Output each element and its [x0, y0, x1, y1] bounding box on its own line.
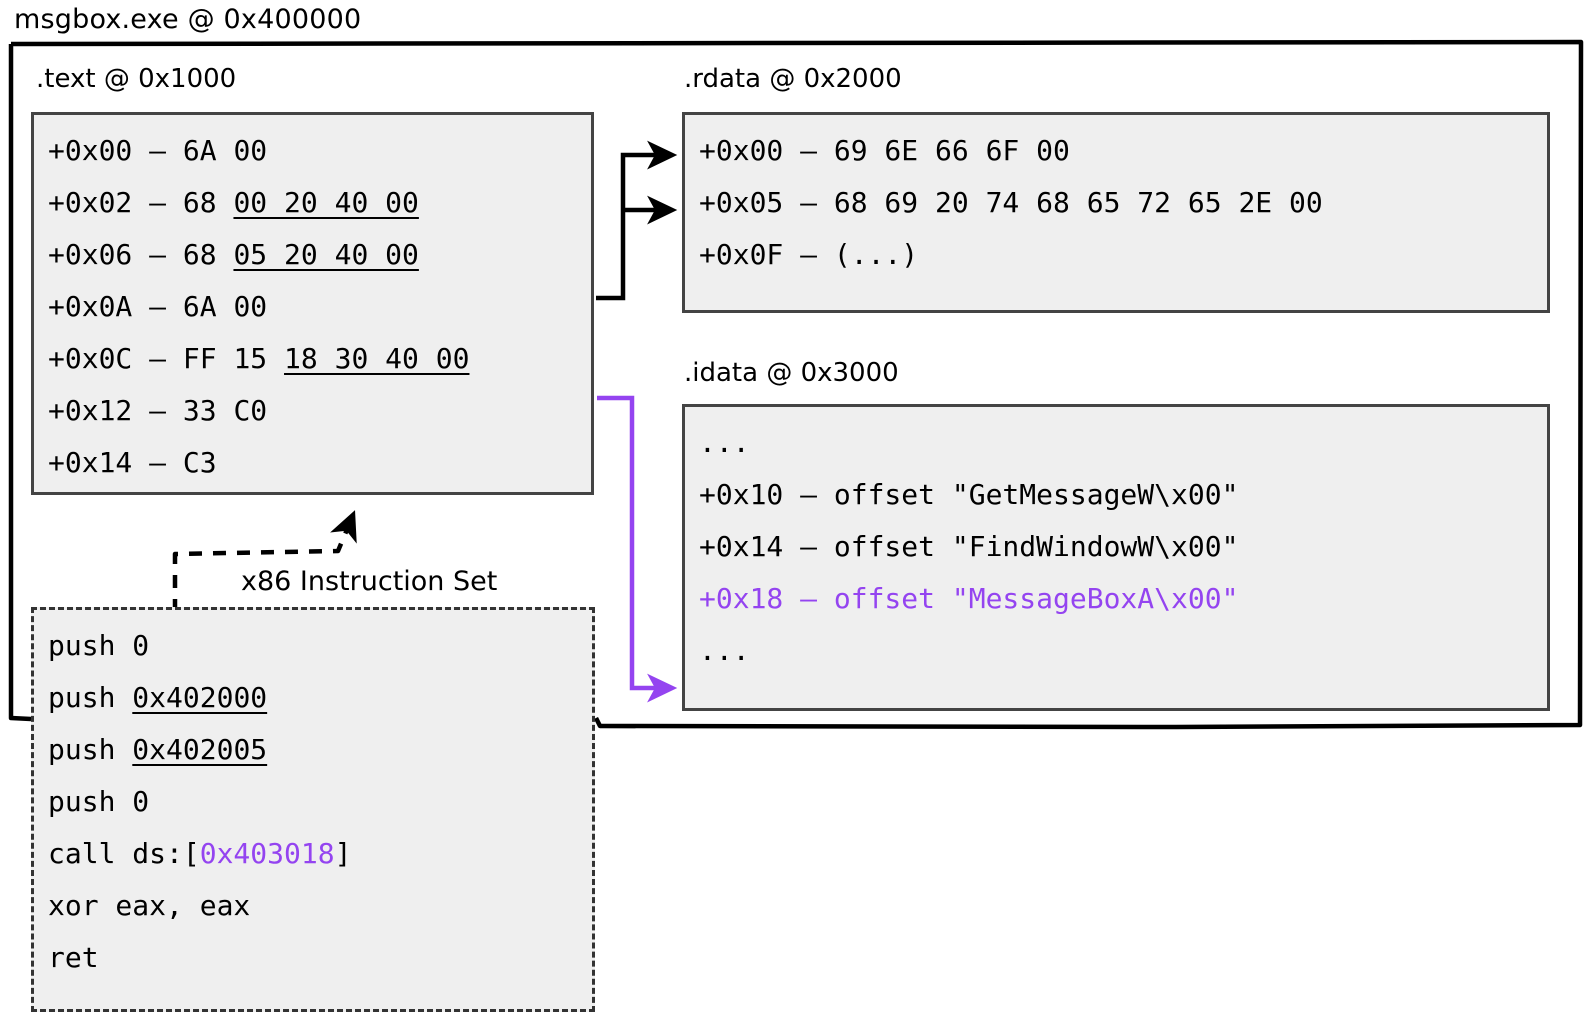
arrow-text-to-rdata	[596, 140, 678, 301]
rdata-row: +0x00 – 69 6E 66 6F 00	[699, 134, 1070, 167]
text-row-offset: +0x12	[48, 394, 133, 427]
rdata-row: +0x0F – (...)	[699, 238, 919, 271]
text-row-dash: –	[149, 342, 167, 375]
asm-mnemonic: push 0	[48, 785, 150, 818]
arrow-asm-to-text	[172, 510, 357, 612]
text-row-dash: –	[149, 394, 167, 427]
section-label-text: .text @ 0x1000	[36, 64, 237, 94]
asm-mnemonic: push 0	[48, 629, 150, 662]
text-row-offset: +0x0C	[48, 342, 133, 375]
text-row-bytes: 6A 00	[182, 290, 268, 323]
asm-row: push 0	[48, 776, 578, 828]
asm-operand-tail: ]	[334, 837, 352, 870]
text-row-dash: –	[149, 446, 167, 479]
text-row-offset: +0x00	[48, 134, 133, 167]
text-row-dash: –	[149, 238, 167, 271]
idata-row: +0x10 – offset "GetMessageW\x00"	[699, 478, 1239, 511]
section-panel-idata: ... +0x10 – offset "GetMessageW\x00" +0x…	[682, 404, 1550, 711]
asm-mnemonic: call ds:[	[48, 837, 200, 870]
asm-mnemonic: ret	[48, 941, 99, 974]
asm-row: push 0	[48, 620, 578, 672]
text-row: +0x0A – 6A 00	[48, 281, 577, 333]
text-row-dash: –	[149, 134, 167, 167]
text-row-bytes: FF 15	[182, 342, 268, 375]
text-row: +0x14 – C3	[48, 437, 577, 489]
idata-row: +0x14 – offset "FindWindowW\x00"	[699, 530, 1239, 563]
text-row-bytes: 33 C0	[182, 394, 268, 427]
module-title: msgbox.exe @ 0x400000	[14, 4, 362, 35]
section-panel-text: +0x00 – 6A 00 +0x02 – 68 00 20 40 00 +0x…	[31, 112, 594, 495]
text-row-dash: –	[149, 290, 167, 323]
text-row-bytes: 6A 00	[182, 134, 268, 167]
diagram-canvas: msgbox.exe @ 0x400000 .text @ 0x1000 +0x…	[0, 0, 1593, 1012]
asm-operand-ref: 0x402000	[132, 681, 268, 714]
idata-row-highlighted: +0x18 – offset "MessageBoxA\x00"	[699, 582, 1239, 615]
section-label-idata: .idata @ 0x3000	[684, 358, 899, 388]
text-row-ref: 00 20 40 00	[233, 186, 419, 219]
text-row-offset: +0x14	[48, 446, 133, 479]
text-row: +0x0C – FF 15 18 30 40 00	[48, 333, 577, 385]
asm-row: ret	[48, 932, 578, 984]
asm-mnemonic: push	[48, 733, 133, 766]
text-row: +0x06 – 68 05 20 40 00	[48, 229, 577, 281]
text-row-ref: 05 20 40 00	[233, 238, 419, 271]
idata-row: ...	[699, 426, 750, 459]
asm-mnemonic: push	[48, 681, 133, 714]
text-row-bytes: 68	[182, 238, 217, 271]
section-label-rdata: .rdata @ 0x2000	[684, 64, 902, 94]
asm-row: push 0x402005	[48, 724, 578, 776]
asm-row: xor eax, eax	[48, 880, 578, 932]
asm-mnemonic: xor eax, eax	[48, 889, 251, 922]
text-row-ref: 18 30 40 00	[284, 342, 470, 375]
asm-row: call ds:[0x403018]	[48, 828, 578, 880]
text-row-dash: –	[149, 186, 167, 219]
asm-operand-accent: 0x403018	[199, 837, 335, 870]
text-row-bytes: 68	[182, 186, 217, 219]
rdata-row: +0x05 – 68 69 20 74 68 65 72 65 2E 00	[699, 186, 1323, 219]
text-row: +0x12 – 33 C0	[48, 385, 577, 437]
text-row: +0x02 – 68 00 20 40 00	[48, 177, 577, 229]
text-row-offset: +0x06	[48, 238, 133, 271]
text-row-bytes: C3	[182, 446, 217, 479]
section-panel-rdata: +0x00 – 69 6E 66 6F 00 +0x05 – 68 69 20 …	[682, 112, 1550, 313]
asm-operand-ref: 0x402005	[132, 733, 268, 766]
arrow-text-to-idata	[597, 395, 678, 703]
asm-row: push 0x402000	[48, 672, 578, 724]
text-row: +0x00 – 6A 00	[48, 125, 577, 177]
text-row-offset: +0x0A	[48, 290, 133, 323]
asm-callout-label: x86 Instruction Set	[241, 566, 498, 597]
asm-panel: push 0 push 0x402000 push 0x402005 push …	[31, 607, 595, 1012]
text-row-offset: +0x02	[48, 186, 133, 219]
idata-row: ...	[699, 634, 750, 667]
